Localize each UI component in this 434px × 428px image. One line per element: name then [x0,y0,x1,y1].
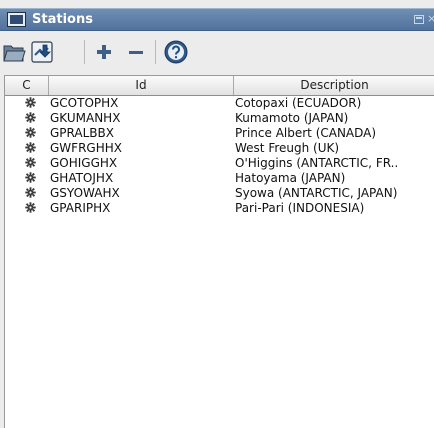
column-header-description[interactable]: Description [234,76,434,95]
window-title: Stations [32,12,93,27]
close-icon[interactable]: × [427,13,434,25]
table-row[interactable]: GHATOJHX Hatoyama (JAPAN) [5,171,434,186]
station-description: O'Higgins (ANTARCTIC, FR.. [235,156,399,170]
table-row[interactable]: GPRALBBX Prince Albert (CANADA) [5,126,434,141]
station-id: GOHIGGHX [50,156,118,170]
station-id: GKUMANHX [50,111,121,125]
maximize-button[interactable] [414,15,424,24]
table-body: GCOTOPHX Cotopaxi (ECUADOR) GKUMANHX Kumamo… [5,96,434,216]
open-folder-icon[interactable] [2,38,26,66]
stations-table: C Id Description GCOTOPHX Cotopaxi (ECUAD… [4,75,434,428]
table-row[interactable]: GWFRGHHX West Freugh (UK) [5,141,434,156]
remove-icon[interactable] [124,38,148,66]
station-description: Syowa (ANTARCTIC, JAPAN) [235,186,398,200]
table-row[interactable]: GOHIGGHX O'Higgins (ANTARCTIC, FR.. [5,156,434,171]
gear-icon [25,127,37,142]
toolbar-separator [155,40,156,64]
gear-icon [25,97,37,112]
station-description: Cotopaxi (ECUADOR) [235,96,362,110]
station-description: West Freugh (UK) [235,141,340,155]
table-row[interactable]: GPARIPHX Pari-Pari (INDONESIA) [5,201,434,216]
gear-icon [25,142,37,157]
import-icon[interactable] [29,38,55,66]
gear-icon [25,187,37,202]
toolbar-separator [84,40,85,64]
stations-panel: Stations × C Id Description GCOTOPHX Cot… [0,0,434,428]
table-row[interactable]: GSYOWAHX Syowa (ANTARCTIC, JAPAN) [5,186,434,201]
station-id: GPRALBBX [50,126,114,140]
add-icon[interactable] [92,38,116,66]
table-header: C Id Description [5,76,434,96]
column-header-id[interactable]: Id [49,76,234,95]
window-icon [7,12,26,27]
gear-icon [25,157,37,172]
station-id: GPARIPHX [50,201,111,215]
help-icon[interactable] [163,38,189,66]
station-description: Kumamoto (JAPAN) [235,111,349,125]
station-id: GWFRGHHX [50,141,122,155]
station-description: Hatoyama (JAPAN) [235,171,346,185]
table-row[interactable]: GKUMANHX Kumamoto (JAPAN) [5,111,434,126]
gear-icon [25,112,37,127]
gear-icon [25,202,37,217]
station-id: GHATOJHX [50,171,114,185]
column-header-c[interactable]: C [5,76,49,95]
station-description: Pari-Pari (INDONESIA) [235,201,365,215]
station-id: GSYOWAHX [50,186,120,200]
station-id: GCOTOPHX [50,96,119,110]
gear-icon [25,172,37,187]
toolbar [0,32,434,72]
station-description: Prince Albert (CANADA) [235,126,377,140]
table-row[interactable]: GCOTOPHX Cotopaxi (ECUADOR) [5,96,434,111]
title-bar[interactable]: Stations × [0,8,434,31]
